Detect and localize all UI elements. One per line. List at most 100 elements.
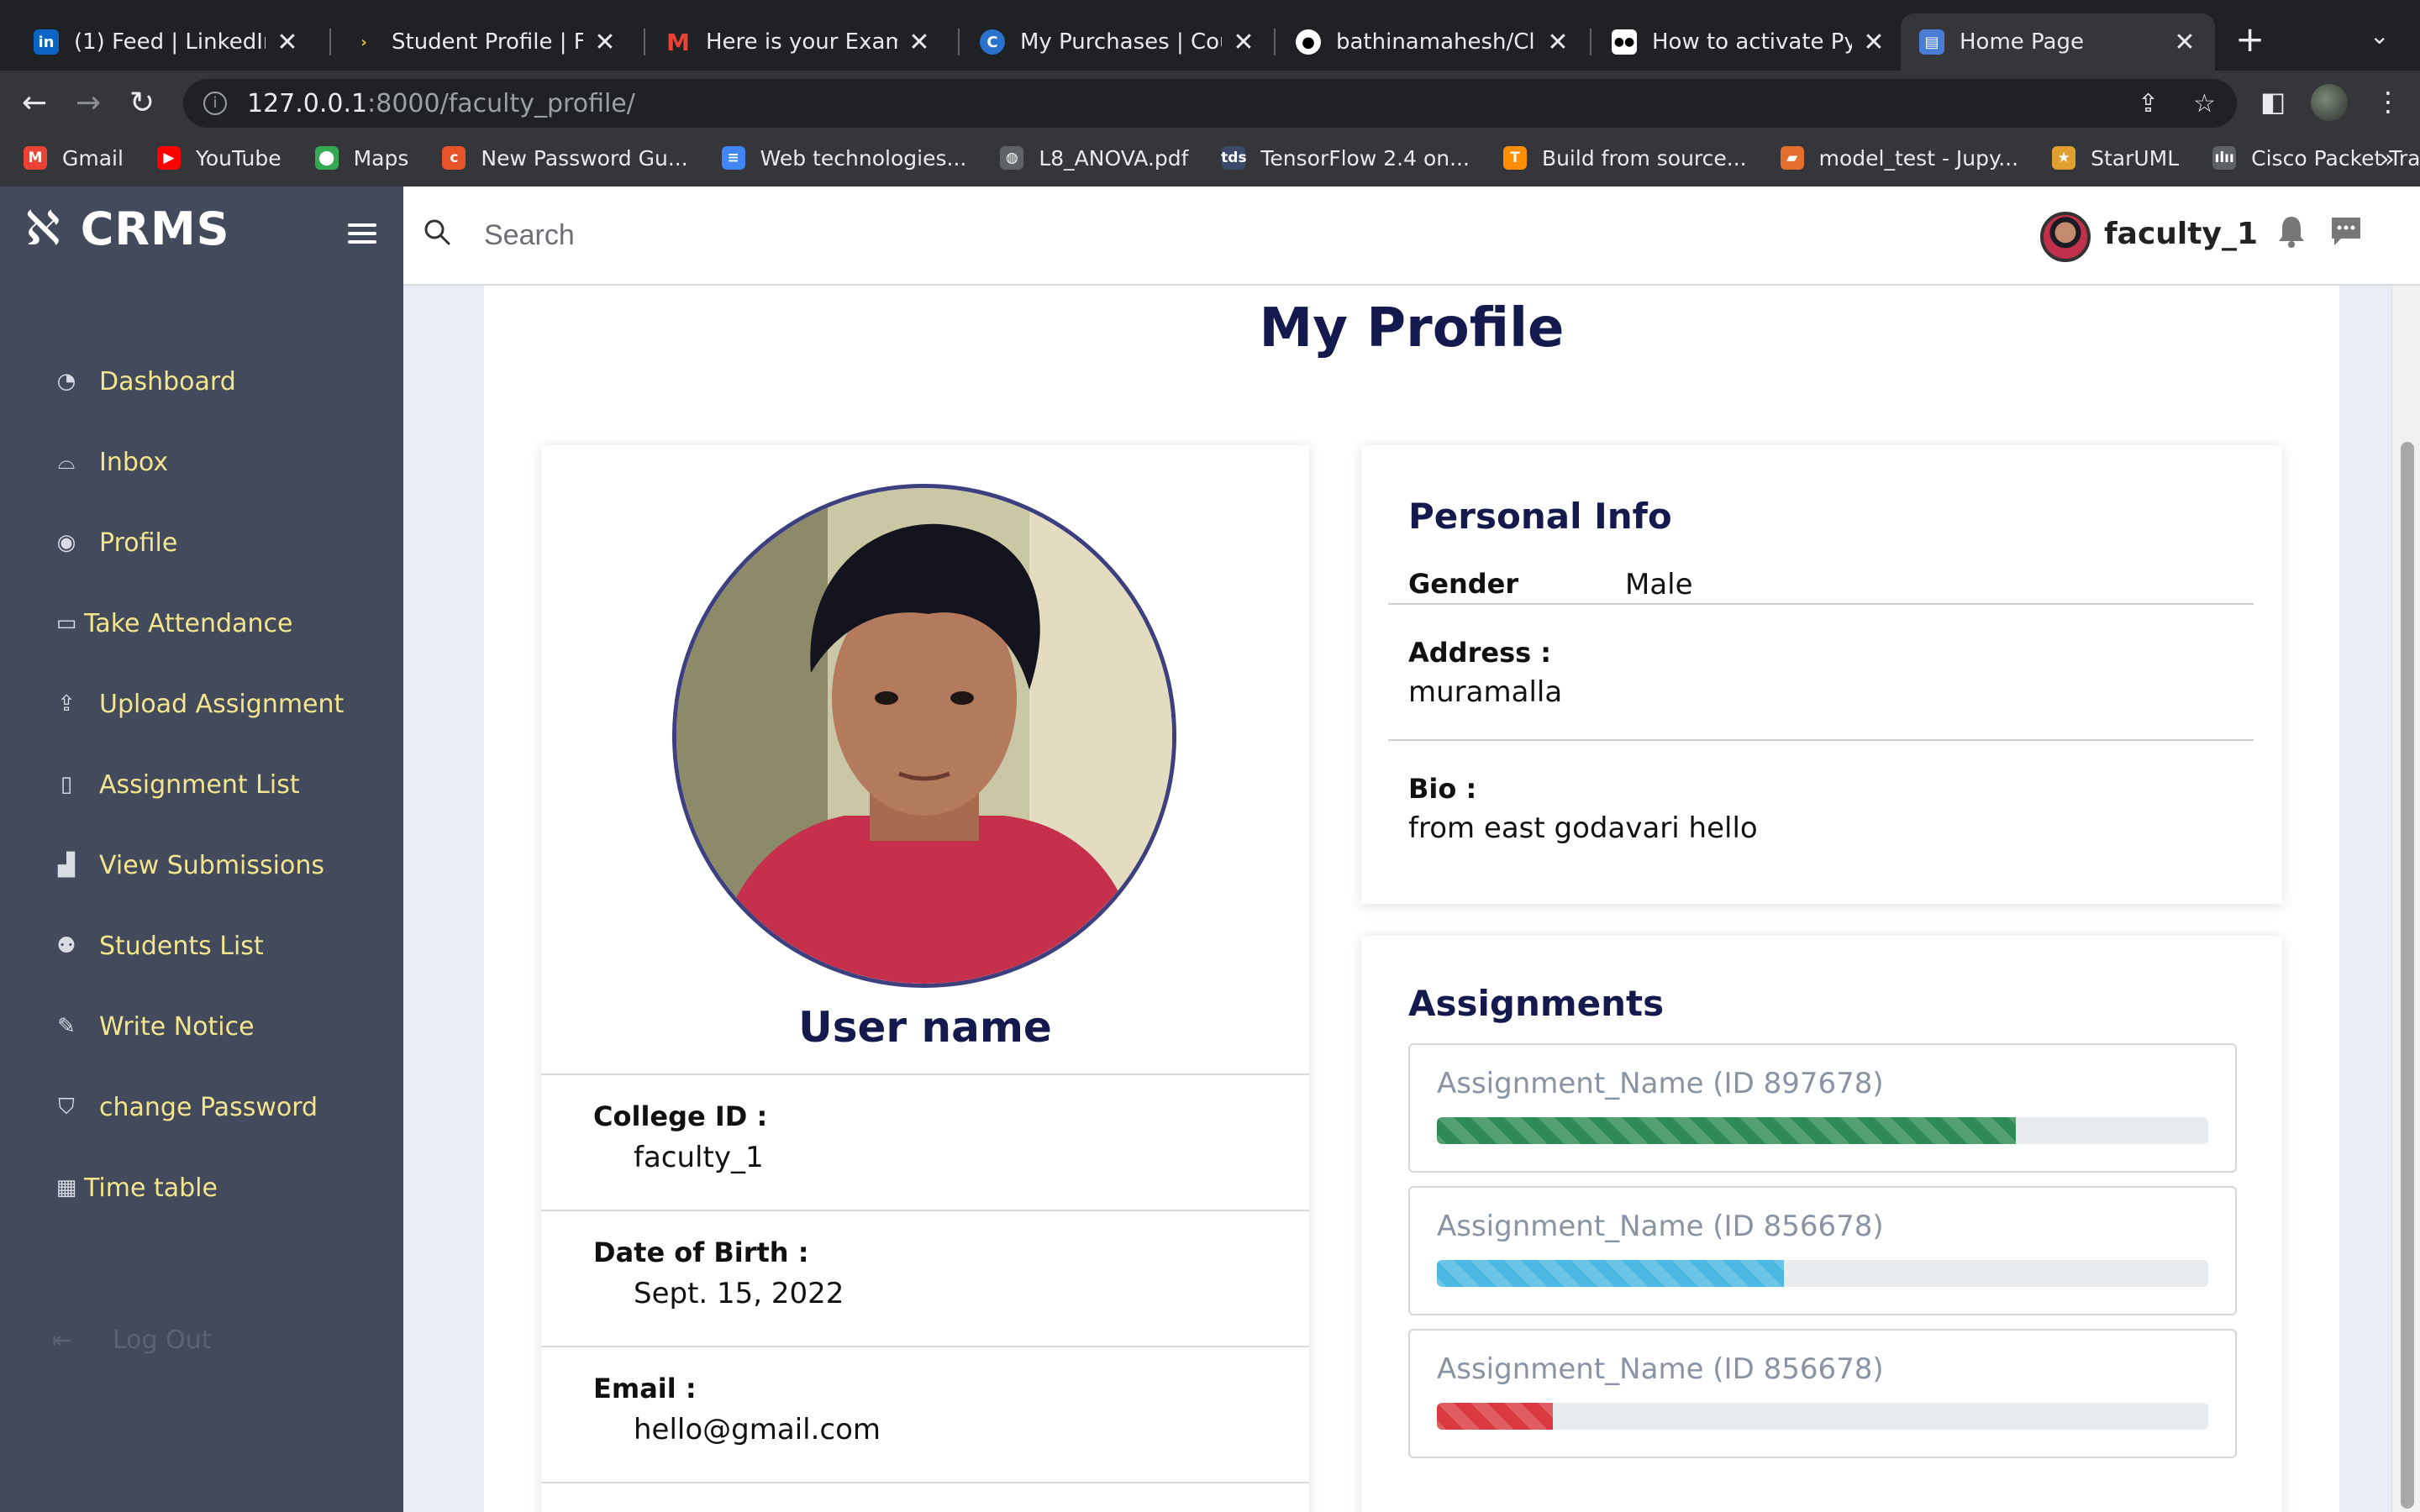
bookmark-label: Web technologies... (760, 145, 967, 171)
logout-button[interactable]: ⇤ Log Out (52, 1326, 212, 1355)
upload-icon: ⇪ (57, 691, 76, 717)
bell-icon[interactable] (2277, 215, 2306, 249)
sidebar-item-view-submissions[interactable]: ▟ View Submissions (0, 825, 403, 906)
tab-coursera[interactable]: C My Purchases | Cours ✕ (961, 13, 1274, 71)
close-icon[interactable]: ✕ (2173, 28, 2196, 57)
site-info-icon[interactable]: i (203, 92, 227, 115)
bookmark-favicon-icon: T (1502, 146, 1527, 170)
profile-card: User name College ID : faculty_1 Date of… (541, 445, 1309, 1512)
search-input[interactable] (484, 215, 1240, 255)
sidebar: ℵ CRMS ◔ Dashboard ⌓ Inbox ◉ Profile ▭ T… (0, 186, 403, 1512)
close-icon[interactable]: ✕ (1232, 28, 1255, 57)
bookmark-item[interactable]: ≡ Web technologies... (721, 145, 967, 171)
side-panel-icon[interactable]: ◧ (2260, 86, 2286, 118)
share-icon[interactable]: ⇪ (2138, 89, 2159, 118)
sidebar-item-take-attendance[interactable]: ▭ Take Attendance (0, 583, 403, 664)
browser-toolbar: ← → ↻ i 127.0.0.1:8000/faculty_profile/ … (0, 71, 2420, 202)
sidebar-item-profile[interactable]: ◉ Profile (0, 502, 403, 583)
back-icon[interactable]: ← (22, 86, 47, 120)
bookmark-star-icon[interactable]: ☆ (2193, 89, 2216, 118)
page-scrollbar[interactable] (2391, 286, 2420, 1512)
divider (1388, 603, 2254, 605)
url-host: 127.0.0.1 (247, 88, 368, 118)
address-bar[interactable]: i 127.0.0.1:8000/faculty_profile/ ⇪ ☆ (183, 79, 2237, 128)
reload-icon[interactable]: ↻ (129, 86, 155, 120)
bookmark-item[interactable]: ◍ L8_ANOVA.pdf (1000, 146, 1188, 171)
bookmark-favicon-icon: M (24, 146, 47, 170)
new-tab-button[interactable]: + (2235, 18, 2265, 60)
bookmark-item[interactable]: ⬤ Maps (314, 145, 409, 171)
assignment-progress-track (1437, 1260, 2208, 1287)
bookmark-item[interactable]: ▶ YouTube (156, 146, 281, 171)
email-value: hello@gmail.com (634, 1413, 881, 1446)
profile-photo (672, 484, 1176, 988)
crms-app: ℵ CRMS ◔ Dashboard ⌓ Inbox ◉ Profile ▭ T… (0, 186, 2420, 1512)
bookmark-item[interactable]: c New Password Gu... (442, 145, 688, 171)
sidebar-nav: ◔ Dashboard ⌓ Inbox ◉ Profile ▭ Take Att… (0, 341, 403, 1228)
bookmark-item[interactable]: tds TensorFlow 2.4 on... (1221, 146, 1470, 171)
current-username[interactable]: faculty_1 (2104, 217, 2258, 251)
top-bar: faculty_1 (403, 186, 2420, 286)
more-bookmarks-icon[interactable]: » (2380, 144, 2395, 174)
bookmark-item[interactable]: ★ StarUML (2052, 146, 2179, 171)
sidebar-item-time-table[interactable]: ▦ Time table (0, 1147, 403, 1228)
bookmarks-bar: M Gmail ▶ YouTube ⬤ Maps c New Password Gu... ≡ W… (0, 136, 2420, 180)
bookmark-favicon-icon: ▶ (156, 146, 181, 170)
sidebar-item-label: Students List (99, 931, 264, 961)
dob-label: Date of Birth : (593, 1236, 809, 1268)
avatar[interactable] (2040, 212, 2091, 262)
search-icon[interactable] (424, 218, 450, 245)
sidebar-item-dashboard[interactable]: ◔ Dashboard (0, 341, 403, 422)
tab-title: (1) Feed | LinkedIn (74, 29, 266, 55)
close-icon[interactable]: ✕ (593, 28, 617, 57)
bookmark-label: New Password Gu... (481, 145, 688, 171)
close-icon[interactable]: ✕ (1546, 28, 1570, 57)
chat-icon[interactable] (2329, 215, 2363, 249)
scrollbar-thumb[interactable] (2401, 442, 2414, 1509)
bookmark-item[interactable]: T Build from source... (1502, 146, 1747, 171)
close-icon[interactable]: ✕ (908, 28, 931, 57)
tab-title: Home Page (1960, 29, 2084, 55)
sidebar-item-label: Write Notice (99, 1011, 255, 1042)
sidebar-item-upload-assignment[interactable]: ⇪ Upload Assignment (0, 664, 403, 744)
tab-student-profile[interactable]: › Student Profile | Futur ✕ (333, 13, 635, 71)
bookmark-label: Maps (353, 145, 409, 171)
bookmark-item[interactable]: ▰ model_test - Jupy... (1780, 146, 2018, 171)
bio-label: Bio : (1408, 773, 1477, 805)
assignment-item[interactable]: Assignment_Name (ID 856678) (1408, 1186, 2237, 1315)
tab-github[interactable]: ● bathinamahesh/Classi ✕ (1277, 13, 1588, 71)
assignment-name: Assignment_Name (ID 856678) (1437, 1210, 1884, 1243)
close-icon[interactable]: ✕ (276, 28, 299, 57)
sidebar-item-label: Inbox (99, 447, 169, 477)
tab-medium[interactable]: ●● How to activate Pytho ✕ (1593, 13, 1904, 71)
logout-icon: ⇤ (52, 1326, 72, 1354)
bar-chart-icon: ▟ (58, 853, 75, 878)
sidebar-item-assignment-list[interactable]: ▯ Assignment List (0, 744, 403, 825)
sidebar-item-inbox[interactable]: ⌓ Inbox (0, 422, 403, 502)
assignment-item[interactable]: Assignment_Name (ID 856678) (1408, 1329, 2237, 1458)
close-icon[interactable]: ✕ (1862, 28, 1886, 57)
tab-linkedin[interactable]: in (1) Feed | LinkedIn ✕ (15, 13, 318, 71)
tab-gmail[interactable]: M Here is your Exam Vou ✕ (647, 13, 950, 71)
id-card-icon: ▭ (55, 611, 77, 636)
bookmark-item[interactable]: M Gmail (24, 146, 124, 171)
page-title: My Profile (1259, 297, 1565, 360)
college-id-row: College ID : faculty_1 (541, 1074, 1309, 1210)
assignment-progress-track (1437, 1403, 2208, 1430)
tab-home-page[interactable]: ▤ Home Page ✕ (1901, 13, 2215, 71)
browser-profile-avatar[interactable] (2311, 84, 2348, 121)
linkedin-icon: in (34, 29, 59, 55)
sidebar-item-label: View Submissions (99, 850, 324, 880)
dob-row: Date of Birth : Sept. 15, 2022 (541, 1210, 1309, 1346)
sidebar-item-students-list[interactable]: ⚉ Students List (0, 906, 403, 986)
sidebar-item-write-notice[interactable]: ✎ Write Notice (0, 986, 403, 1067)
tab-search-chevron-icon[interactable]: ⌄ (2370, 22, 2389, 50)
tab-title: My Purchases | Cours (1020, 29, 1222, 55)
sidebar-item-change-password[interactable]: ⛉ change Password (0, 1067, 403, 1147)
assignment-progress-bar (1437, 1117, 2016, 1144)
forward-icon[interactable]: → (76, 86, 101, 120)
assignment-item[interactable]: Assignment_Name (ID 897678) (1408, 1043, 2237, 1173)
browser-menu-icon[interactable]: ⋮ (2375, 86, 2402, 118)
brand[interactable]: ℵ CRMS (25, 202, 230, 256)
menu-toggle-icon[interactable] (348, 223, 376, 249)
